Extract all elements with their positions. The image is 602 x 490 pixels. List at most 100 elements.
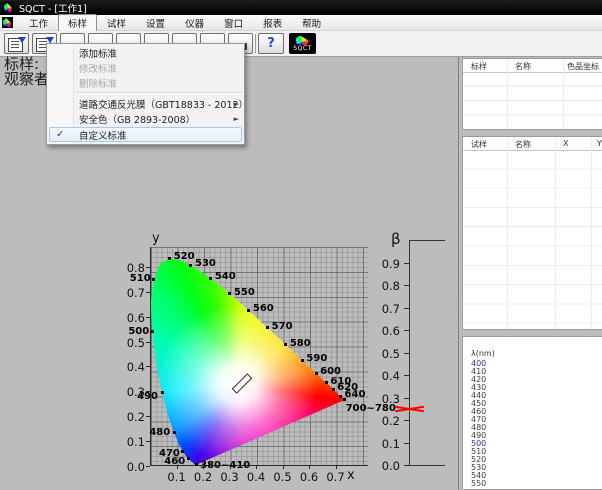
standards-dropdown-menu: 添加标准 修改标准 删除标准 道路交通反光膜（GBT18833 - 2012） … xyxy=(46,43,245,145)
menu-instrument[interactable]: 仪器 xyxy=(175,14,214,32)
y-tickmark xyxy=(146,466,150,467)
y-tick-label: 0.1 xyxy=(114,435,145,449)
samples-table[interactable]: 试样 名称 X Y xyxy=(462,136,602,330)
menu-standard[interactable]: 标样 xyxy=(58,14,97,32)
observer-label: 观察者 xyxy=(4,72,49,87)
menu-item-edit-standard: 修改标准 xyxy=(47,60,244,75)
menu-item-custom-standard[interactable]: ✓ 自定义标准 xyxy=(49,127,242,142)
y-tick-label: 0.7 xyxy=(114,286,145,300)
beta-value-marker xyxy=(395,404,424,413)
cie-chromaticity-chart[interactable]: 380~410460470480490500510520530540550560… xyxy=(150,247,368,466)
locus-dot xyxy=(152,278,155,281)
lambda-item[interactable]: 460 xyxy=(471,408,602,416)
locus-dot xyxy=(315,372,318,375)
x-tick-label: 0.2 xyxy=(193,470,213,484)
menu-item-delete-standard: 删除标准 xyxy=(47,75,244,90)
wavelength-label: 480 xyxy=(149,427,170,438)
lambda-item[interactable]: 530 xyxy=(471,464,602,472)
lambda-item[interactable]: 550 xyxy=(471,480,602,488)
beta-tickmark xyxy=(404,465,409,466)
menu-bar: 工作 标样 试样 设置 仪器 窗口 报表 帮助 xyxy=(0,15,602,31)
samples-table-header: 试样 名称 X Y xyxy=(463,137,602,151)
beta-tickmark xyxy=(404,285,409,286)
y-tick-label: 0.5 xyxy=(114,336,145,350)
x-tickmark xyxy=(177,466,178,469)
menu-sample[interactable]: 试样 xyxy=(97,14,136,32)
x-tick-label: 0.6 xyxy=(299,470,319,484)
beta-tick-label: 0.0 xyxy=(366,459,400,473)
menu-item-road-reflective-film[interactable]: 道路交通反光膜（GBT18833 - 2012） ► xyxy=(47,96,244,111)
locus-dot xyxy=(173,431,176,434)
y-tick-label: 0.2 xyxy=(114,410,145,424)
lambda-item[interactable]: 410 xyxy=(471,368,602,376)
locus-dot xyxy=(325,381,328,384)
x-axis-letter: x xyxy=(347,468,355,483)
sqct-logo-button[interactable]: SQCT xyxy=(289,33,316,54)
beta-tickmark xyxy=(404,420,409,421)
beta-tick-label: 0.5 xyxy=(366,347,400,361)
beta-tick-label: 0.6 xyxy=(366,324,400,338)
menu-window[interactable]: 窗口 xyxy=(214,14,253,32)
x-tickmark xyxy=(283,466,284,469)
standards-table-header: 标样 名称 色品坐标 xyxy=(463,59,602,73)
menu-work[interactable]: 工作 xyxy=(19,14,58,32)
load-standard-button[interactable] xyxy=(4,33,29,54)
menu-item-safety-color[interactable]: 安全色（GB 2893-2008） ► xyxy=(47,111,244,126)
x-tickmark xyxy=(336,466,337,469)
y-tick-label: 0.0 xyxy=(114,460,145,474)
blue-down-arrow-icon xyxy=(18,37,26,43)
y-tick-label: 0.3 xyxy=(114,385,145,399)
y-tick-label: 0.6 xyxy=(114,311,145,325)
wavelength-list-panel[interactable]: λ(nm) 4004104204304404504604704804905005… xyxy=(462,336,602,490)
y-tickmark xyxy=(146,391,150,392)
wavelength-label: 560 xyxy=(253,303,274,314)
locus-dot xyxy=(343,398,346,401)
help-button[interactable]: ? xyxy=(258,33,284,54)
y-tick-label: 0.8 xyxy=(114,261,145,275)
locus-dot xyxy=(187,457,190,460)
menu-report[interactable]: 报表 xyxy=(253,14,292,32)
locus-dot xyxy=(151,330,154,333)
beta-tick-label: 0.2 xyxy=(366,414,400,428)
beta-axis-letter: β xyxy=(391,230,401,248)
menu-item-add-standard[interactable]: 添加标准 xyxy=(47,45,244,60)
standards-table[interactable]: 标样 名称 色品坐标 xyxy=(462,58,602,130)
x-tick-label: 0.7 xyxy=(326,470,346,484)
beta-tick-label: 0.1 xyxy=(366,437,400,451)
lambda-item[interactable]: 520 xyxy=(471,456,602,464)
lambda-item[interactable]: 540 xyxy=(471,472,602,480)
lambda-item[interactable]: 490 xyxy=(471,432,602,440)
document-logo-icon[interactable] xyxy=(2,17,13,28)
standards-table-rows[interactable] xyxy=(463,72,602,129)
wavelength-label: 540 xyxy=(215,271,236,282)
x-tickmark xyxy=(256,466,257,469)
beta-tickmark xyxy=(404,375,409,376)
x-tick-label: 0.4 xyxy=(246,470,266,484)
lambda-item[interactable]: 450 xyxy=(471,400,602,408)
menu-settings[interactable]: 设置 xyxy=(136,14,175,32)
lambda-item[interactable]: 510 xyxy=(471,448,602,456)
menu-help[interactable]: 帮助 xyxy=(292,14,331,32)
locus-dot xyxy=(339,395,342,398)
beta-tickmark xyxy=(404,263,409,264)
beta-axis-bottom-cap xyxy=(409,465,445,466)
wavelength-label: 550 xyxy=(234,287,255,298)
beta-tick-label: 0.8 xyxy=(366,279,400,293)
y-tickmark xyxy=(146,292,150,293)
lambda-item[interactable]: 440 xyxy=(471,392,602,400)
lambda-item[interactable]: 470 xyxy=(471,416,602,424)
sqct-horseshoe-icon xyxy=(296,36,310,46)
beta-tick-label: 0.9 xyxy=(366,257,400,271)
lambda-item[interactable]: 500 xyxy=(471,440,602,448)
lambda-item[interactable]: 400 xyxy=(471,360,602,368)
locus-dot xyxy=(266,326,269,329)
samples-table-rows[interactable] xyxy=(463,150,602,329)
y-tickmark xyxy=(146,416,150,417)
submenu-arrow-icon: ► xyxy=(234,100,239,108)
lambda-item[interactable]: 420 xyxy=(471,376,602,384)
lambda-item[interactable]: 430 xyxy=(471,384,602,392)
y-tickmark xyxy=(146,441,150,442)
lambda-item[interactable]: 480 xyxy=(471,424,602,432)
app-logo-icon xyxy=(3,2,14,13)
locus-dot xyxy=(247,309,250,312)
